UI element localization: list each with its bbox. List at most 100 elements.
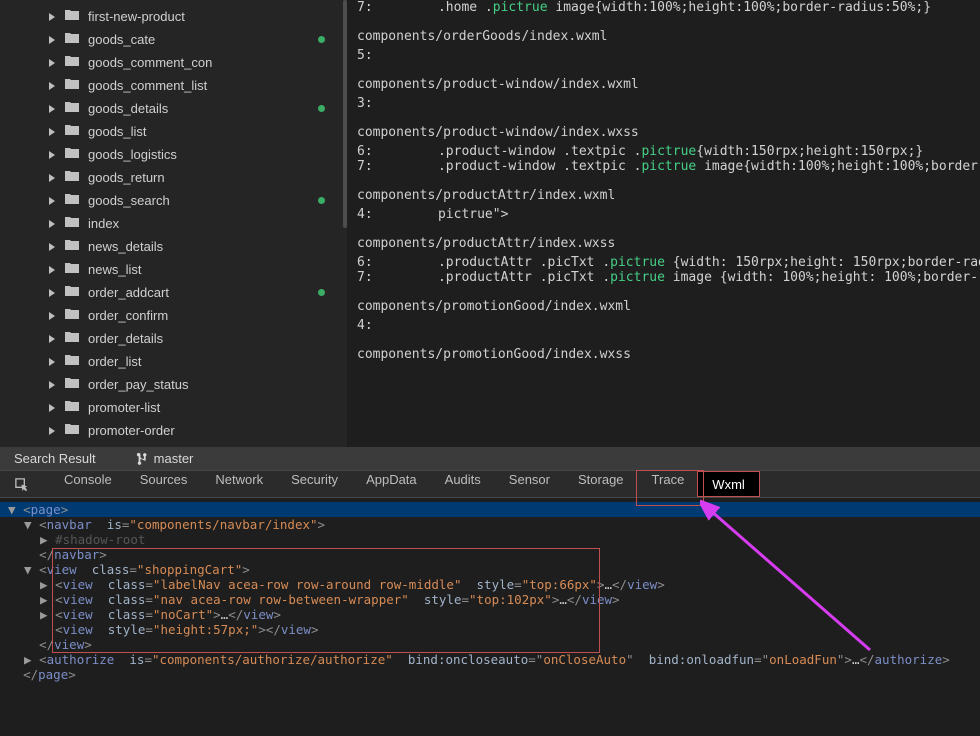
tree-item[interactable]: order_pay_status	[0, 373, 347, 396]
devtools-tab-trace[interactable]: Trace	[638, 472, 699, 496]
chevron-right-icon	[48, 82, 56, 90]
wxml-line[interactable]: ▼ <page>	[0, 502, 980, 517]
search-result-line[interactable]: 4:	[357, 318, 980, 333]
folder-icon	[64, 215, 88, 232]
folder-icon	[64, 77, 88, 94]
devtools-tab-network[interactable]: Network	[201, 472, 277, 496]
element-picker-icon[interactable]	[12, 477, 30, 492]
chevron-right-icon	[48, 59, 56, 67]
tree-item-label: promotional-items	[88, 446, 191, 447]
modified-dot-icon	[318, 197, 325, 204]
devtools-tab-wxml[interactable]: Wxml	[698, 472, 759, 496]
wxml-panel: ▼ <page>▼ <navbar is="components/navbar/…	[0, 498, 980, 734]
wxml-line[interactable]: <view style="height:57px;"></view>	[0, 622, 980, 637]
tree-item-label: goods_comment_list	[88, 78, 207, 93]
tree-item[interactable]: news_list	[0, 258, 347, 281]
tree-item[interactable]: order_list	[0, 350, 347, 373]
search-result-line[interactable]: 5:	[357, 48, 980, 63]
search-result-line[interactable]: 7: .product-window .textpic .pictrue ima…	[357, 159, 980, 174]
wxml-line[interactable]: ▶ <view class="noCart">…</view>	[0, 607, 980, 622]
devtools-tab-security[interactable]: Security	[277, 472, 352, 496]
tree-item[interactable]: goods_comment_list	[0, 74, 347, 97]
wxml-line[interactable]: </page>	[0, 667, 980, 682]
wxml-line[interactable]: ▼ <navbar is="components/navbar/index">	[0, 517, 980, 532]
tree-item-label: promoter-order	[88, 423, 175, 438]
tree-item-label: goods_return	[88, 170, 165, 185]
tree-item-label: order_pay_status	[88, 377, 188, 392]
chevron-right-icon	[48, 36, 56, 44]
wxml-line[interactable]: </navbar>	[0, 547, 980, 562]
folder-icon	[64, 445, 88, 447]
tree-item[interactable]: order_confirm	[0, 304, 347, 327]
tree-item[interactable]: goods_search	[0, 189, 347, 212]
tree-item[interactable]: first-new-product	[0, 5, 347, 28]
search-result-path[interactable]: components/product-window/index.wxml	[357, 77, 980, 92]
search-result-block: 7: .home .pictrue image{width:100%;heigh…	[357, 0, 980, 15]
devtools-tab-audits[interactable]: Audits	[431, 472, 495, 496]
folder-icon	[64, 100, 88, 117]
search-result-path[interactable]: components/productAttr/index.wxml	[357, 188, 980, 203]
search-result-label[interactable]: Search Result	[14, 451, 96, 466]
search-result-block: components/productAttr/index.wxss 6: .pro…	[357, 236, 980, 285]
wxml-line[interactable]: ▼ <view class="shoppingCart">	[0, 562, 980, 577]
search-result-line[interactable]: 4: pictrue">	[357, 207, 980, 222]
tree-item[interactable]: promoter-order	[0, 419, 347, 442]
wxml-line[interactable]: ▶ <view class="labelNav acea-row row-aro…	[0, 577, 980, 592]
search-result-block: components/orderGoods/index.wxml 5:	[357, 29, 980, 63]
chevron-right-icon	[48, 312, 56, 320]
search-result-line[interactable]: 7: .home .pictrue image{width:100%;heigh…	[357, 0, 980, 15]
search-result-line[interactable]: 3:	[357, 96, 980, 111]
tree-item[interactable]: goods_logistics	[0, 143, 347, 166]
devtools-tab-console[interactable]: Console	[50, 472, 126, 496]
tree-item[interactable]: goods_details	[0, 97, 347, 120]
tree-item-label: news_details	[88, 239, 163, 254]
wxml-line[interactable]: </view>	[0, 637, 980, 652]
chevron-right-icon	[48, 335, 56, 343]
tree-item[interactable]: order_addcart	[0, 281, 347, 304]
tree-item-label: goods_logistics	[88, 147, 177, 162]
devtools-tab-sensor[interactable]: Sensor	[495, 472, 564, 496]
search-result-path[interactable]: components/promotionGood/index.wxss	[357, 347, 980, 362]
search-result-path[interactable]: components/orderGoods/index.wxml	[357, 29, 980, 44]
devtools-tab-storage[interactable]: Storage	[564, 472, 638, 496]
tree-item[interactable]: index	[0, 212, 347, 235]
chevron-right-icon	[48, 13, 56, 21]
devtools-tab-appdata[interactable]: AppData	[352, 472, 431, 496]
devtools-tab-sources[interactable]: Sources	[126, 472, 202, 496]
scrollbar-thumb[interactable]	[343, 0, 347, 228]
tree-item[interactable]: promotional-items	[0, 442, 347, 447]
chevron-right-icon	[48, 128, 56, 136]
tree-item-label: goods_list	[88, 124, 147, 139]
folder-icon	[64, 353, 88, 370]
search-result-path[interactable]: components/promotionGood/index.wxml	[357, 299, 980, 314]
tree-item-label: goods_comment_con	[88, 55, 212, 70]
chevron-right-icon	[48, 105, 56, 113]
tree-item[interactable]: goods_comment_con	[0, 51, 347, 74]
tree-item[interactable]: promoter-list	[0, 396, 347, 419]
chevron-right-icon	[48, 174, 56, 182]
folder-icon	[64, 238, 88, 255]
tree-item[interactable]: news_details	[0, 235, 347, 258]
folder-icon	[64, 123, 88, 140]
tree-item[interactable]: goods_list	[0, 120, 347, 143]
chevron-right-icon	[48, 243, 56, 251]
search-results-pane: 7: .home .pictrue image{width:100%;heigh…	[347, 0, 980, 447]
folder-icon	[64, 54, 88, 71]
git-branch[interactable]: master	[136, 451, 194, 466]
folder-icon	[64, 422, 88, 439]
search-result-block: components/product-window/index.wxss 6: .…	[357, 125, 980, 174]
chevron-right-icon	[48, 358, 56, 366]
search-result-path[interactable]: components/product-window/index.wxss	[357, 125, 980, 140]
search-result-line[interactable]: 6: .productAttr .picTxt .pictrue {width:…	[357, 255, 980, 270]
tree-item[interactable]: goods_cate	[0, 28, 347, 51]
modified-dot-icon	[318, 105, 325, 112]
search-result-line[interactable]: 7: .productAttr .picTxt .pictrue image {…	[357, 270, 980, 285]
tree-item[interactable]: goods_return	[0, 166, 347, 189]
tree-item[interactable]: order_details	[0, 327, 347, 350]
tree-item-label: goods_details	[88, 101, 168, 116]
wxml-line[interactable]: ▶ <authorize is="components/authorize/au…	[0, 652, 980, 667]
search-result-path[interactable]: components/productAttr/index.wxss	[357, 236, 980, 251]
wxml-line[interactable]: ▶ #shadow-root	[0, 532, 980, 547]
wxml-line[interactable]: ▶ <view class="nav acea-row row-between-…	[0, 592, 980, 607]
search-result-line[interactable]: 6: .product-window .textpic .pictrue{wid…	[357, 144, 980, 159]
